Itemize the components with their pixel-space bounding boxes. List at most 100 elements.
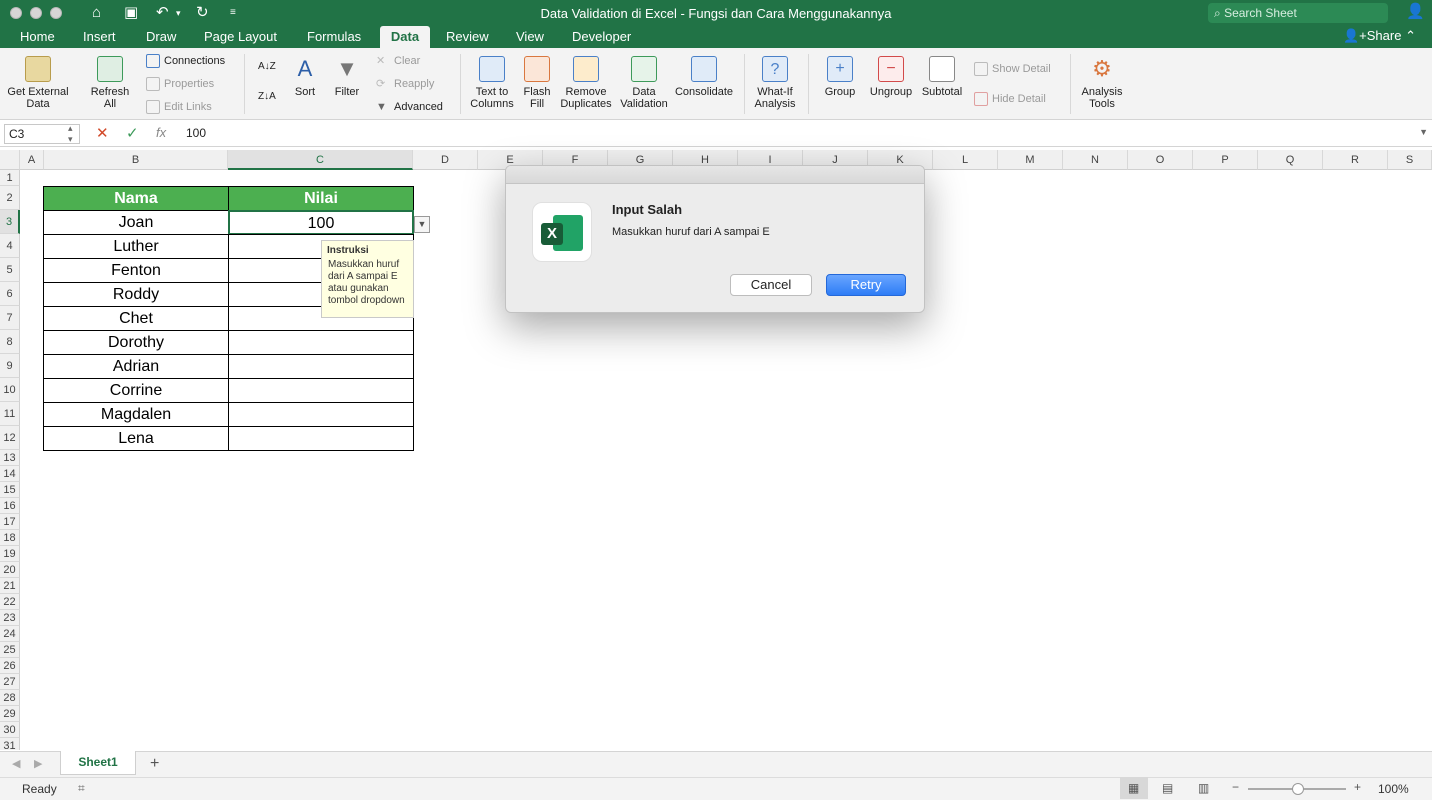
share-button[interactable]: 👤+Share ⌃: [1343, 28, 1416, 44]
table-cell-nama[interactable]: Luther: [43, 234, 229, 259]
tab-formulas[interactable]: Formulas: [301, 26, 367, 48]
filter-button[interactable]: ▼ Filter: [330, 56, 364, 98]
reapply-button[interactable]: ⟳ Reapply: [376, 77, 434, 91]
subtotal-button[interactable]: Subtotal: [918, 56, 966, 98]
table-header-nilai[interactable]: Nilai: [228, 186, 414, 211]
connections-button[interactable]: Connections: [146, 54, 225, 68]
table-cell-nilai[interactable]: [228, 402, 414, 427]
tab-insert[interactable]: Insert: [77, 26, 122, 48]
flash-fill-button[interactable]: Flash Fill: [520, 56, 554, 110]
row-header[interactable]: 7: [0, 306, 20, 330]
row-header[interactable]: 28: [0, 690, 20, 706]
account-icon[interactable]: 👤: [1406, 3, 1425, 21]
column-header[interactable]: Q: [1258, 150, 1323, 170]
table-cell-nama[interactable]: Roddy: [43, 282, 229, 307]
next-sheet-icon[interactable]: ▶: [34, 757, 42, 770]
table-header-nama[interactable]: Nama: [43, 186, 229, 211]
add-sheet-button[interactable]: +: [150, 755, 159, 773]
tab-view[interactable]: View: [510, 26, 550, 48]
tab-page-layout[interactable]: Page Layout: [198, 26, 283, 48]
advanced-filter-button[interactable]: ▼ Advanced: [376, 100, 443, 114]
retry-button[interactable]: Retry: [826, 274, 906, 296]
properties-button[interactable]: Properties: [146, 77, 214, 91]
cancel-entry-icon[interactable]: ✕: [96, 124, 109, 142]
row-header[interactable]: 27: [0, 674, 20, 690]
row-header[interactable]: 11: [0, 402, 20, 426]
table-cell-nama[interactable]: Fenton: [43, 258, 229, 283]
page-layout-view-icon[interactable]: ▤: [1162, 781, 1173, 795]
row-header[interactable]: 18: [0, 530, 20, 546]
row-header[interactable]: 1: [0, 170, 20, 186]
search-sheet-input[interactable]: ⌕ Search Sheet: [1208, 3, 1388, 23]
cancel-button[interactable]: Cancel: [730, 274, 812, 296]
zoom-slider-thumb[interactable]: [1292, 783, 1304, 795]
row-header[interactable]: 22: [0, 594, 20, 610]
sheet-tab-sheet1[interactable]: Sheet1: [60, 751, 136, 775]
column-header[interactable]: B: [44, 150, 228, 170]
column-header[interactable]: C: [228, 150, 413, 170]
active-cell-c3[interactable]: 100: [228, 210, 414, 235]
sort-za-button[interactable]: Z↓A: [258, 90, 276, 104]
name-box-stepper-icon[interactable]: ▴ ▾: [68, 123, 73, 145]
column-header[interactable]: O: [1128, 150, 1193, 170]
row-header[interactable]: 26: [0, 658, 20, 674]
confirm-entry-icon[interactable]: ✓: [126, 124, 139, 142]
column-header[interactable]: R: [1323, 150, 1388, 170]
zoom-out-button[interactable]: −: [1232, 780, 1239, 794]
row-header[interactable]: 16: [0, 498, 20, 514]
sort-button[interactable]: A Sort: [288, 56, 322, 98]
column-header[interactable]: P: [1193, 150, 1258, 170]
ungroup-button[interactable]: − Ungroup: [866, 56, 916, 98]
table-cell-nama[interactable]: Magdalen: [43, 402, 229, 427]
formula-input[interactable]: 100: [186, 126, 206, 140]
table-cell-nama[interactable]: Dorothy: [43, 330, 229, 355]
column-header[interactable]: S: [1388, 150, 1432, 170]
row-header[interactable]: 29: [0, 706, 20, 722]
row-header[interactable]: 2: [0, 186, 20, 210]
table-cell-nilai[interactable]: [228, 378, 414, 403]
remove-duplicates-button[interactable]: Remove Duplicates: [560, 56, 612, 110]
get-external-data-button[interactable]: Get External Data: [4, 56, 72, 110]
table-cell-nama[interactable]: Chet: [43, 306, 229, 331]
table-cell-nama[interactable]: Corrine: [43, 378, 229, 403]
row-header[interactable]: 10: [0, 378, 20, 402]
table-cell-nilai[interactable]: [228, 330, 414, 355]
column-header[interactable]: A: [20, 150, 44, 170]
table-cell-nama[interactable]: Joan: [43, 210, 229, 235]
row-header[interactable]: 8: [0, 330, 20, 354]
row-header[interactable]: 9: [0, 354, 20, 378]
sort-az-button[interactable]: A↓Z: [258, 60, 276, 74]
hide-detail-button[interactable]: Hide Detail: [974, 92, 1046, 106]
tab-data[interactable]: Data: [380, 26, 430, 48]
row-header[interactable]: 13: [0, 450, 20, 466]
clear-filter-button[interactable]: ✕ Clear: [376, 54, 420, 68]
prev-sheet-icon[interactable]: ◀: [12, 757, 20, 770]
row-header[interactable]: 24: [0, 626, 20, 642]
row-header[interactable]: 3: [0, 210, 20, 234]
column-header[interactable]: L: [933, 150, 998, 170]
row-header[interactable]: 31: [0, 738, 20, 750]
data-validation-button[interactable]: Data Validation: [618, 56, 670, 110]
macro-record-icon[interactable]: ⌗: [78, 781, 85, 796]
column-header[interactable]: D: [413, 150, 478, 170]
row-header[interactable]: 19: [0, 546, 20, 562]
table-cell-nama[interactable]: Lena: [43, 426, 229, 451]
show-detail-button[interactable]: Show Detail: [974, 62, 1051, 76]
zoom-in-button[interactable]: +: [1354, 780, 1361, 794]
row-header[interactable]: 23: [0, 610, 20, 626]
refresh-all-button[interactable]: Refresh All: [86, 56, 134, 110]
column-header[interactable]: N: [1063, 150, 1128, 170]
column-header[interactable]: M: [998, 150, 1063, 170]
row-header[interactable]: 14: [0, 466, 20, 482]
row-header[interactable]: 4: [0, 234, 20, 258]
tab-review[interactable]: Review: [440, 26, 495, 48]
page-break-view-icon[interactable]: ▥: [1198, 781, 1209, 795]
validation-dropdown-button[interactable]: ▼: [414, 216, 430, 233]
row-header[interactable]: 17: [0, 514, 20, 530]
group-button[interactable]: + Group: [818, 56, 862, 98]
tab-developer[interactable]: Developer: [566, 26, 637, 48]
row-header[interactable]: 30: [0, 722, 20, 738]
row-header[interactable]: 5: [0, 258, 20, 282]
row-header[interactable]: 12: [0, 426, 20, 450]
edit-links-button[interactable]: Edit Links: [146, 100, 212, 114]
